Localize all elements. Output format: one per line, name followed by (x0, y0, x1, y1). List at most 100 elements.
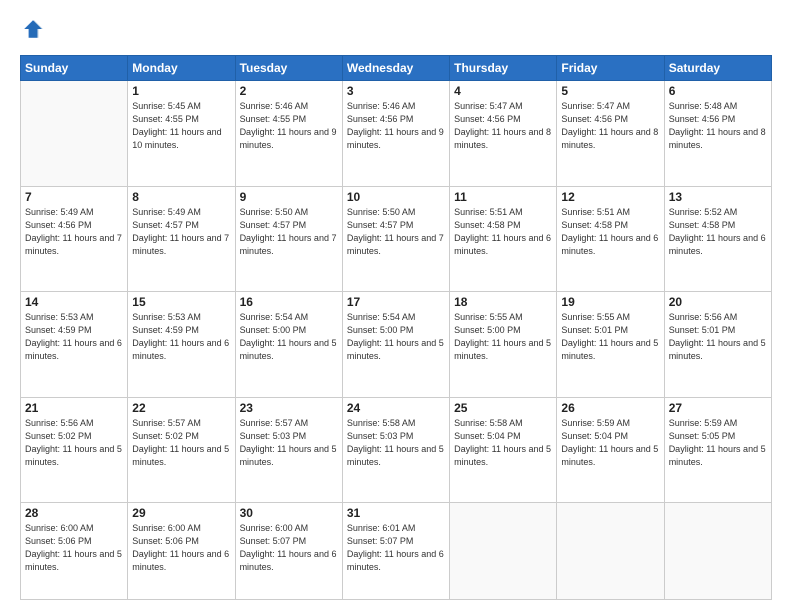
calendar-cell: 31 Sunrise: 6:01 AM Sunset: 5:07 PM Dayli… (342, 503, 449, 600)
day-info: Sunrise: 5:58 AM Sunset: 5:03 PM Dayligh… (347, 417, 445, 469)
day-number: 31 (347, 506, 445, 520)
week-row-1: 1 Sunrise: 5:45 AM Sunset: 4:55 PM Daylig… (21, 81, 772, 187)
calendar-cell: 4Sunrise: 5:47 AM Sunset: 4:56 PM Daylig… (450, 81, 557, 187)
day-number: 30 (240, 506, 338, 520)
header (20, 18, 772, 45)
day-number: 11 (454, 190, 552, 204)
calendar-cell: 3 Sunrise: 5:46 AM Sunset: 4:56 PM Daylig… (342, 81, 449, 187)
calendar-cell (21, 81, 128, 187)
calendar-cell: 7 Sunrise: 5:49 AM Sunset: 4:56 PM Daylig… (21, 186, 128, 292)
weekday-header-wednesday: Wednesday (342, 56, 449, 81)
calendar-cell: 21Sunrise: 5:56 AM Sunset: 5:02 PM Dayli… (21, 397, 128, 503)
day-number: 18 (454, 295, 552, 309)
calendar-cell: 28 Sunrise: 6:00 AM Sunset: 5:06 PM Dayli… (21, 503, 128, 600)
day-info: Sunrise: 5:57 AM Sunset: 5:03 PM Dayligh… (240, 417, 338, 469)
day-number: 20 (669, 295, 767, 309)
calendar-cell: 25 Sunrise: 5:58 AM Sunset: 5:04 PM Dayli… (450, 397, 557, 503)
calendar-cell: 1 Sunrise: 5:45 AM Sunset: 4:55 PM Daylig… (128, 81, 235, 187)
calendar-cell: 30 Sunrise: 6:00 AM Sunset: 5:07 PM Dayli… (235, 503, 342, 600)
day-info: Sunrise: 5:47 AM Sunset: 4:56 PM Dayligh… (561, 100, 659, 152)
day-number: 17 (347, 295, 445, 309)
day-info: Sunrise: 6:00 AM Sunset: 5:07 PM Dayligh… (240, 522, 338, 574)
day-number: 12 (561, 190, 659, 204)
day-number: 14 (25, 295, 123, 309)
day-info: Sunrise: 6:00 AM Sunset: 5:06 PM Dayligh… (25, 522, 123, 574)
day-info: Sunrise: 5:56 AM Sunset: 5:01 PM Dayligh… (669, 311, 767, 363)
weekday-header-saturday: Saturday (664, 56, 771, 81)
day-number: 7 (25, 190, 123, 204)
day-info: Sunrise: 5:55 AM Sunset: 5:01 PM Dayligh… (561, 311, 659, 363)
day-number: 22 (132, 401, 230, 415)
day-info: Sunrise: 5:46 AM Sunset: 4:56 PM Dayligh… (347, 100, 445, 152)
calendar-cell: 6Sunrise: 5:48 AM Sunset: 4:56 PM Daylig… (664, 81, 771, 187)
day-info: Sunrise: 5:51 AM Sunset: 4:58 PM Dayligh… (454, 206, 552, 258)
day-number: 8 (132, 190, 230, 204)
calendar-cell: 12 Sunrise: 5:51 AM Sunset: 4:58 PM Dayli… (557, 186, 664, 292)
week-row-2: 7 Sunrise: 5:49 AM Sunset: 4:56 PM Daylig… (21, 186, 772, 292)
day-number: 13 (669, 190, 767, 204)
calendar-cell: 23 Sunrise: 5:57 AM Sunset: 5:03 PM Dayli… (235, 397, 342, 503)
day-info: Sunrise: 5:49 AM Sunset: 4:56 PM Dayligh… (25, 206, 123, 258)
day-info: Sunrise: 5:50 AM Sunset: 4:57 PM Dayligh… (240, 206, 338, 258)
calendar-cell (557, 503, 664, 600)
day-number: 10 (347, 190, 445, 204)
day-number: 2 (240, 84, 338, 98)
weekday-header-row: SundayMondayTuesdayWednesdayThursdayFrid… (21, 56, 772, 81)
calendar-cell: 16 Sunrise: 5:54 AM Sunset: 5:00 PM Dayli… (235, 292, 342, 398)
weekday-header-friday: Friday (557, 56, 664, 81)
day-number: 16 (240, 295, 338, 309)
calendar-cell: 22 Sunrise: 5:57 AM Sunset: 5:02 PM Dayli… (128, 397, 235, 503)
day-info: Sunrise: 5:53 AM Sunset: 4:59 PM Dayligh… (132, 311, 230, 363)
logo-icon (22, 18, 44, 40)
calendar-cell: 18Sunrise: 5:55 AM Sunset: 5:00 PM Dayli… (450, 292, 557, 398)
week-row-3: 14 Sunrise: 5:53 AM Sunset: 4:59 PM Dayli… (21, 292, 772, 398)
day-number: 25 (454, 401, 552, 415)
calendar-cell: 26 Sunrise: 5:59 AM Sunset: 5:04 PM Dayli… (557, 397, 664, 503)
day-info: Sunrise: 5:57 AM Sunset: 5:02 PM Dayligh… (132, 417, 230, 469)
day-number: 9 (240, 190, 338, 204)
calendar-cell: 9 Sunrise: 5:50 AM Sunset: 4:57 PM Daylig… (235, 186, 342, 292)
day-number: 29 (132, 506, 230, 520)
day-info: Sunrise: 6:00 AM Sunset: 5:06 PM Dayligh… (132, 522, 230, 574)
calendar-cell: 24Sunrise: 5:58 AM Sunset: 5:03 PM Dayli… (342, 397, 449, 503)
calendar-cell: 10 Sunrise: 5:50 AM Sunset: 4:57 PM Dayli… (342, 186, 449, 292)
day-info: Sunrise: 5:45 AM Sunset: 4:55 PM Dayligh… (132, 100, 230, 152)
week-row-4: 21Sunrise: 5:56 AM Sunset: 5:02 PM Dayli… (21, 397, 772, 503)
calendar-cell: 29 Sunrise: 6:00 AM Sunset: 5:06 PM Dayli… (128, 503, 235, 600)
weekday-header-thursday: Thursday (450, 56, 557, 81)
calendar-cell: 13 Sunrise: 5:52 AM Sunset: 4:58 PM Dayli… (664, 186, 771, 292)
day-number: 6 (669, 84, 767, 98)
day-number: 28 (25, 506, 123, 520)
calendar-cell: 19 Sunrise: 5:55 AM Sunset: 5:01 PM Dayli… (557, 292, 664, 398)
day-info: Sunrise: 6:01 AM Sunset: 5:07 PM Dayligh… (347, 522, 445, 574)
calendar-cell: 27 Sunrise: 5:59 AM Sunset: 5:05 PM Dayli… (664, 397, 771, 503)
day-number: 15 (132, 295, 230, 309)
day-info: Sunrise: 5:59 AM Sunset: 5:05 PM Dayligh… (669, 417, 767, 469)
weekday-header-monday: Monday (128, 56, 235, 81)
calendar-table: SundayMondayTuesdayWednesdayThursdayFrid… (20, 55, 772, 600)
day-info: Sunrise: 5:59 AM Sunset: 5:04 PM Dayligh… (561, 417, 659, 469)
day-info: Sunrise: 5:54 AM Sunset: 5:00 PM Dayligh… (240, 311, 338, 363)
calendar-cell: 15 Sunrise: 5:53 AM Sunset: 4:59 PM Dayli… (128, 292, 235, 398)
day-number: 3 (347, 84, 445, 98)
weekday-header-tuesday: Tuesday (235, 56, 342, 81)
day-info: Sunrise: 5:50 AM Sunset: 4:57 PM Dayligh… (347, 206, 445, 258)
day-info: Sunrise: 5:51 AM Sunset: 4:58 PM Dayligh… (561, 206, 659, 258)
calendar-cell: 8Sunrise: 5:49 AM Sunset: 4:57 PM Daylig… (128, 186, 235, 292)
day-number: 5 (561, 84, 659, 98)
calendar-cell: 2Sunrise: 5:46 AM Sunset: 4:55 PM Daylig… (235, 81, 342, 187)
calendar-cell: 14 Sunrise: 5:53 AM Sunset: 4:59 PM Dayli… (21, 292, 128, 398)
day-number: 27 (669, 401, 767, 415)
day-info: Sunrise: 5:56 AM Sunset: 5:02 PM Dayligh… (25, 417, 123, 469)
logo (20, 18, 46, 45)
day-number: 19 (561, 295, 659, 309)
day-number: 23 (240, 401, 338, 415)
day-number: 4 (454, 84, 552, 98)
day-number: 26 (561, 401, 659, 415)
week-row-5: 28 Sunrise: 6:00 AM Sunset: 5:06 PM Dayli… (21, 503, 772, 600)
day-info: Sunrise: 5:52 AM Sunset: 4:58 PM Dayligh… (669, 206, 767, 258)
day-info: Sunrise: 5:58 AM Sunset: 5:04 PM Dayligh… (454, 417, 552, 469)
calendar-cell (664, 503, 771, 600)
day-info: Sunrise: 5:53 AM Sunset: 4:59 PM Dayligh… (25, 311, 123, 363)
day-number: 1 (132, 84, 230, 98)
